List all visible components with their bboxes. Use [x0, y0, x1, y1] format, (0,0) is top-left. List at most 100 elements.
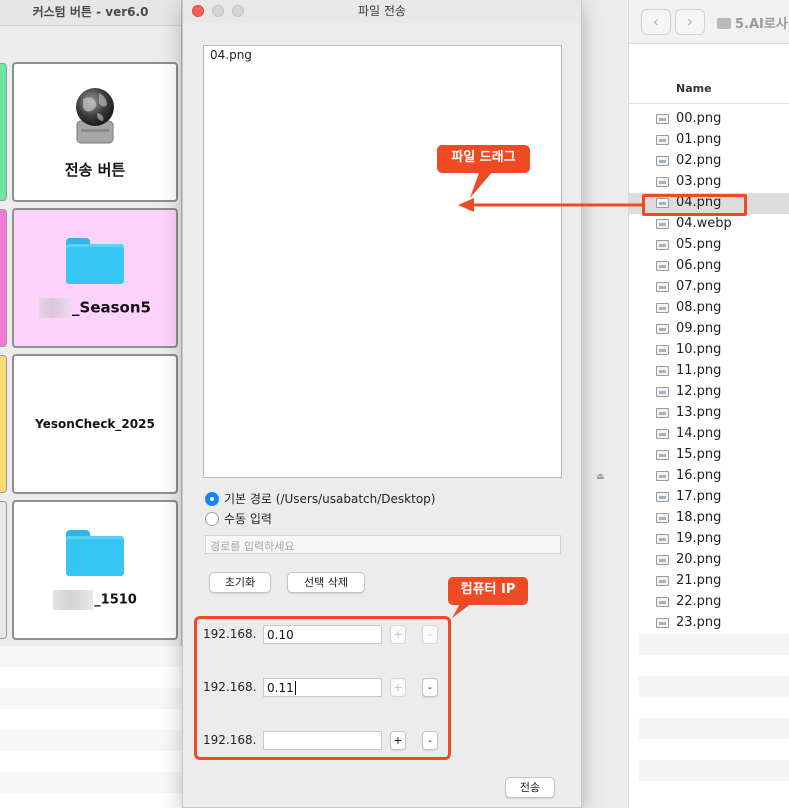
- file-name: 22.png: [676, 594, 722, 609]
- custom-button-window: 커스텀 버튼 - ver6.0 전송 버튼 _Season5 YesonChec…: [0, 0, 182, 646]
- tile-label-wrapper: _1510: [53, 590, 137, 610]
- image-file-icon: [656, 450, 669, 460]
- file-row[interactable]: 21.png: [629, 571, 789, 592]
- file-name: 20.png: [676, 552, 722, 567]
- image-file-icon: [656, 219, 669, 229]
- file-row[interactable]: 10.png: [629, 340, 789, 361]
- season5-folder-tile[interactable]: _Season5: [12, 208, 178, 348]
- tile-label: 전송 버튼: [64, 160, 126, 179]
- file-row[interactable]: 01.png: [629, 130, 789, 151]
- globe-drive-icon: [76, 87, 114, 143]
- file-row[interactable]: 07.png: [629, 277, 789, 298]
- file-name: 04.webp: [676, 216, 732, 231]
- file-row[interactable]: 04.webp: [629, 214, 789, 235]
- file-row[interactable]: 13.png: [629, 403, 789, 424]
- image-file-icon: [656, 429, 669, 439]
- image-file-icon: [656, 618, 669, 628]
- file-row[interactable]: 08.png: [629, 298, 789, 319]
- file-name: 23.png: [676, 615, 722, 630]
- window-title: 커스텀 버튼 - ver6.0: [0, 0, 181, 26]
- file-name: 17.png: [676, 489, 722, 504]
- file-name: 00.png: [676, 111, 722, 126]
- toolbar-area: [0, 26, 181, 60]
- file-row[interactable]: 20.png: [629, 550, 789, 571]
- ip-highlight-box: [194, 616, 451, 760]
- folder-icon: [66, 530, 124, 576]
- image-file-icon: [656, 303, 669, 313]
- zoom-icon[interactable]: [232, 5, 244, 17]
- image-file-icon: [656, 324, 669, 334]
- redacted-text: [53, 590, 94, 610]
- column-header[interactable]: Name: [629, 44, 789, 104]
- file-name: 11.png: [676, 363, 722, 378]
- radio-label: 기본 경로 (/Users/usabatch/Desktop): [224, 492, 436, 506]
- file-name: 13.png: [676, 405, 722, 420]
- color-strip-gray[interactable]: [0, 501, 7, 639]
- image-file-icon: [656, 345, 669, 355]
- file-list: 00.png 01.png 02.png 03.png 04.png 04.we…: [629, 109, 789, 634]
- file-row[interactable]: 15.png: [629, 445, 789, 466]
- file-name: 15.png: [676, 447, 722, 462]
- image-file-icon: [656, 135, 669, 145]
- delete-selected-button[interactable]: 선택 삭제: [287, 572, 365, 593]
- redacted-text: [39, 298, 72, 318]
- file-row[interactable]: 05.png: [629, 235, 789, 256]
- reset-button[interactable]: 초기화: [209, 572, 271, 593]
- name-column-header[interactable]: Name: [676, 82, 712, 95]
- file-row[interactable]: 00.png: [629, 109, 789, 130]
- image-file-icon: [656, 156, 669, 166]
- file-row[interactable]: 19.png: [629, 529, 789, 550]
- file-row[interactable]: 09.png: [629, 319, 789, 340]
- file-name: 09.png: [676, 321, 722, 336]
- file-name: 02.png: [676, 153, 722, 168]
- file-row[interactable]: 14.png: [629, 424, 789, 445]
- file-row[interactable]: 11.png: [629, 361, 789, 382]
- dropped-file-item[interactable]: 04.png: [210, 48, 252, 62]
- file-name: 10.png: [676, 342, 722, 357]
- folder-name: 5.AI로사: [735, 17, 788, 32]
- file-row[interactable]: 12.png: [629, 382, 789, 403]
- background-list: [0, 646, 182, 808]
- radio-selected-icon[interactable]: [205, 492, 219, 506]
- radio-label: 수동 입력: [224, 512, 272, 526]
- default-path-radio[interactable]: 기본 경로 (/Users/usabatch/Desktop): [205, 490, 435, 507]
- color-strip-pink[interactable]: [0, 209, 7, 347]
- send-button[interactable]: 전송: [505, 777, 555, 798]
- folder-1510-tile[interactable]: _1510: [12, 500, 178, 640]
- drag-callout: 파일 드래그: [437, 145, 530, 173]
- radio-unselected-icon[interactable]: [205, 512, 219, 526]
- minimize-icon[interactable]: [212, 5, 224, 17]
- image-file-icon: [656, 597, 669, 607]
- splitter-handle-icon[interactable]: ⏏: [596, 472, 605, 482]
- file-name: 07.png: [676, 279, 722, 294]
- manual-input-radio[interactable]: 수동 입력: [205, 510, 272, 527]
- file-row[interactable]: 02.png: [629, 151, 789, 172]
- dialog-titlebar: 파일 전송: [183, 0, 581, 23]
- image-file-icon: [656, 177, 669, 187]
- yesoncheck-tile[interactable]: YesonCheck_2025: [12, 354, 178, 494]
- empty-list-area: [639, 634, 789, 802]
- file-name: 14.png: [676, 426, 722, 441]
- image-file-icon: [656, 282, 669, 292]
- file-name: 16.png: [676, 468, 722, 483]
- file-drop-area[interactable]: 04.png: [203, 45, 562, 478]
- color-strip-green[interactable]: [0, 63, 7, 201]
- file-row[interactable]: 16.png: [629, 466, 789, 487]
- folder-icon: [717, 18, 731, 29]
- color-strip-yellow[interactable]: [0, 355, 7, 493]
- close-icon[interactable]: [192, 5, 204, 17]
- send-button-tile[interactable]: 전송 버튼: [12, 62, 178, 202]
- file-row[interactable]: 03.png: [629, 172, 789, 193]
- file-name: 08.png: [676, 300, 722, 315]
- file-row[interactable]: 06.png: [629, 256, 789, 277]
- file-row[interactable]: 22.png: [629, 592, 789, 613]
- back-button[interactable]: ‹: [641, 9, 671, 35]
- file-row[interactable]: 18.png: [629, 508, 789, 529]
- file-row[interactable]: 23.png: [629, 613, 789, 634]
- tile-label: _Season5: [72, 298, 151, 317]
- forward-button[interactable]: ›: [675, 9, 705, 35]
- file-row[interactable]: 17.png: [629, 487, 789, 508]
- tile-label-wrapper: _Season5: [39, 298, 151, 318]
- path-input[interactable]: 경로를 입력하세요: [205, 535, 561, 554]
- finder-window: ‹ › 5.AI로사 Name 00.png 01.png 02.png 03.…: [628, 0, 789, 808]
